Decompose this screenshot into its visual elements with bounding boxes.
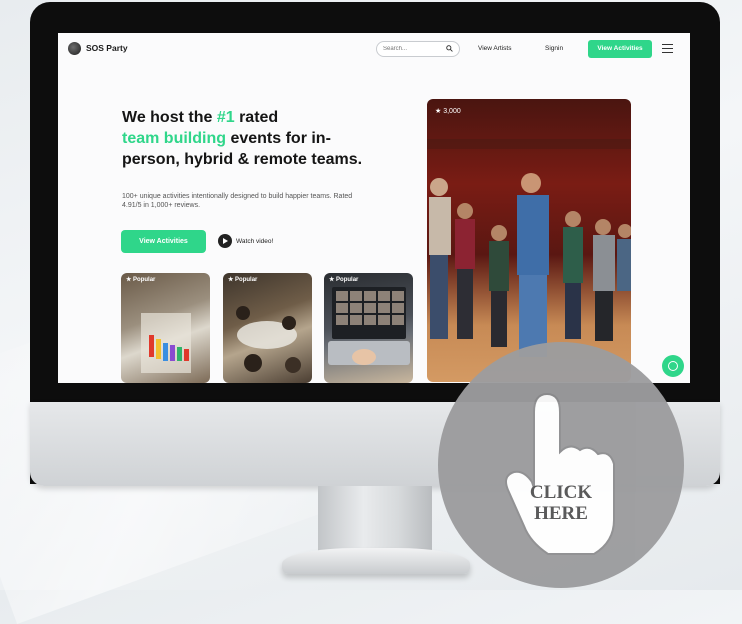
card-photo [141,313,191,373]
top-navbar: SOS Party View Artists Signin View Activ… [58,33,690,65]
card-photo [328,287,410,365]
search-icon[interactable] [446,45,453,52]
hero-view-activities-button[interactable]: View Activities [121,230,206,253]
nav-link-view-artists[interactable]: View Artists [478,45,511,52]
brand-name[interactable]: SOS Party [86,43,128,53]
website-screen: SOS Party View Artists Signin View Activ… [58,33,690,383]
hero-photo: ★ 3,000 [427,99,631,382]
hero-headline: We host the #1 rated team building event… [122,109,363,168]
hamburger-menu-icon[interactable] [662,44,673,53]
logo-icon[interactable] [68,42,81,55]
card-photo [236,306,301,373]
performers-image [427,139,631,357]
activity-card[interactable]: ★ Popular [324,273,413,383]
monitor-stand-neck [318,486,432,552]
watch-video-link[interactable]: Watch video! [236,238,273,245]
activity-card[interactable]: ★ Popular [223,273,312,383]
play-icon[interactable] [218,234,232,248]
pointing-hand-icon [505,392,615,555]
hero-subtitle: 100+ unique activities intentionally des… [122,193,353,209]
nav-view-activities-button[interactable]: View Activities [588,40,652,58]
search-box[interactable] [376,41,460,57]
click-here-label[interactable]: CLICK HERE [438,482,684,524]
activity-card[interactable]: ★ Popular [121,273,210,383]
search-input[interactable] [383,44,443,54]
nav-link-signin[interactable]: Signin [545,45,563,52]
click-here-overlay[interactable]: CLICK HERE [438,342,684,588]
